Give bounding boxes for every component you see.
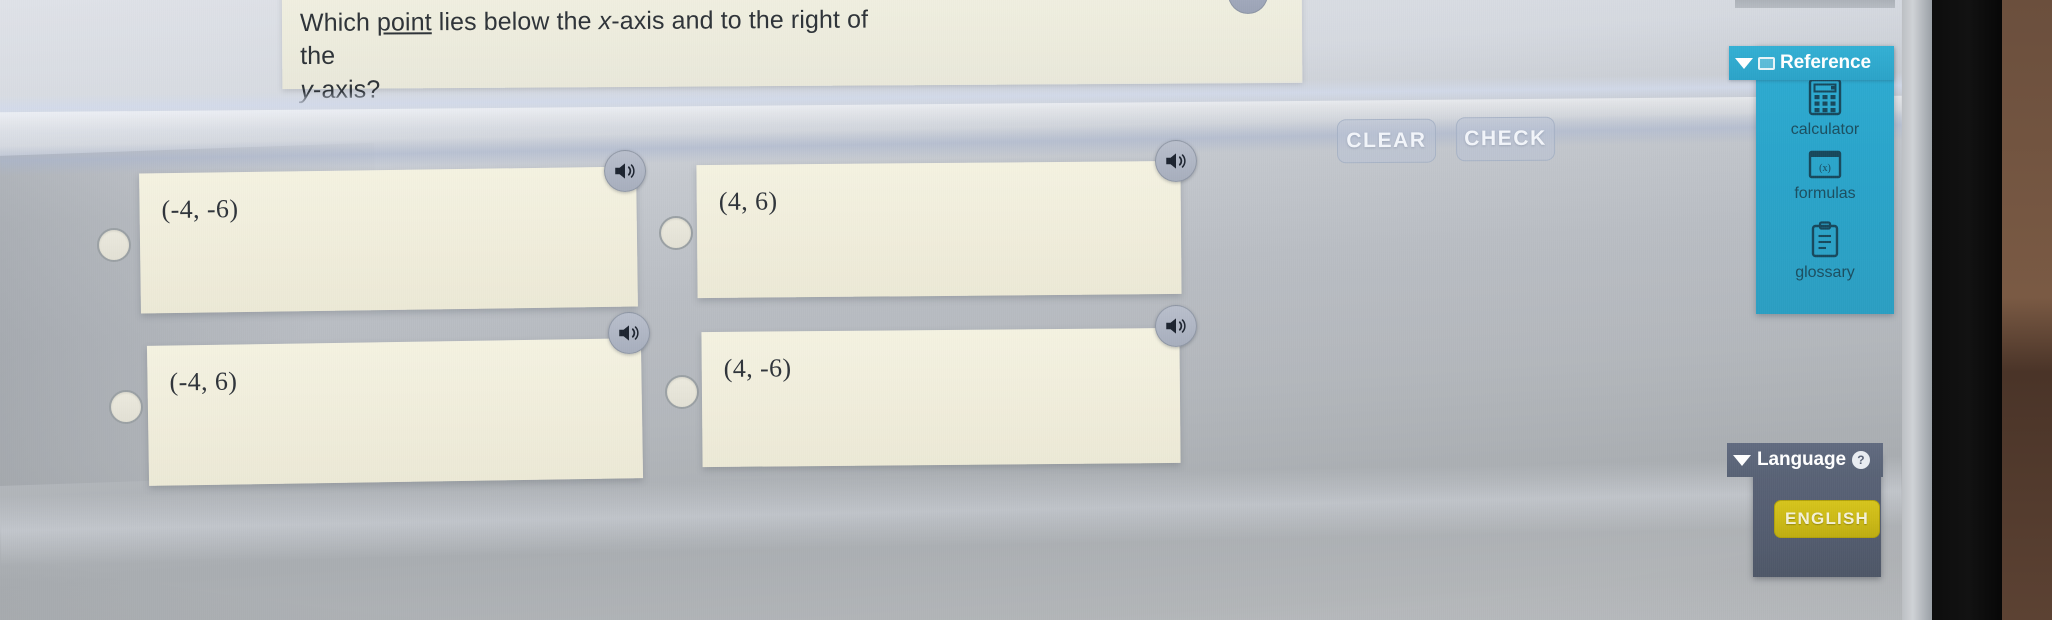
book-icon (1758, 56, 1775, 70)
clipboard-icon (1811, 221, 1839, 258)
speaker-icon[interactable] (604, 150, 646, 192)
chevron-down-icon (1735, 57, 1753, 69)
tool-glossary[interactable]: glossary (1756, 221, 1894, 282)
question-card: Which point lies below the x-axis and to… (281, 0, 1303, 104)
language-english-button[interactable]: ENGLISH (1774, 500, 1880, 538)
question-x-axis: x (598, 7, 612, 36)
option-label-1: (4, 6) (718, 186, 778, 216)
reference-title: Reference (1780, 52, 1871, 73)
reference-panel: calculator (x) formulas glossary (1756, 46, 1894, 314)
question-prefix: Which (299, 8, 378, 38)
svg-text:(x): (x) (1819, 163, 1831, 174)
tool-formulas[interactable]: (x) formulas (1756, 150, 1894, 203)
option-radio-3[interactable] (665, 375, 699, 409)
reference-header[interactable]: Reference (1729, 46, 1894, 80)
tool-label-calculator: calculator (1790, 121, 1860, 138)
monitor-bezel-inner-edge (1900, 0, 1932, 620)
clear-button[interactable]: CLEAR (1336, 118, 1437, 164)
answer-option-0[interactable]: (-4, -6) (139, 166, 638, 314)
option-label-3: (4, -6) (723, 353, 792, 383)
option-radio-1[interactable] (659, 216, 693, 250)
question-suffix-line2: -axis? (312, 75, 381, 104)
tool-label-glossary: glossary (1795, 264, 1855, 281)
rail-cutoff-strip (1735, 0, 1895, 8)
monitor-bezel (1930, 0, 2002, 620)
language-title: Language (1757, 449, 1846, 470)
calculator-icon (1808, 78, 1842, 116)
question-y-axis: y (300, 75, 314, 104)
screen: Which point lies below the x-axis and to… (0, 0, 1902, 620)
speaker-icon[interactable] (1155, 305, 1197, 347)
question-suffix-line1: lies below the (431, 7, 599, 37)
answer-option-3[interactable]: (4, -6) (701, 327, 1181, 468)
option-label-0: (-4, -6) (161, 194, 239, 225)
tool-calculator[interactable]: calculator (1756, 78, 1894, 139)
speaker-icon[interactable] (608, 312, 650, 354)
answer-option-2[interactable]: (-4, 6) (146, 338, 644, 486)
check-button[interactable]: CHECK (1455, 116, 1556, 162)
answer-option-1[interactable]: (4, 6) (696, 160, 1182, 299)
tool-label-formulas: formulas (1794, 185, 1856, 202)
monitor-photo: Which point lies below the x-axis and to… (0, 0, 2052, 620)
chevron-down-icon (1733, 454, 1751, 466)
option-radio-0[interactable] (97, 228, 131, 262)
question-mark-icon[interactable]: ? (1851, 451, 1870, 469)
option-label-2: (-4, 6) (169, 366, 238, 397)
language-header[interactable]: Language ? (1727, 443, 1883, 477)
option-radio-2[interactable] (109, 390, 143, 424)
question-text: Which point lies below the x-axis and to… (300, 3, 901, 106)
speaker-icon[interactable] (1155, 140, 1197, 182)
question-underlined-word: point (376, 8, 432, 37)
formulas-icon: (x) (1808, 150, 1842, 179)
